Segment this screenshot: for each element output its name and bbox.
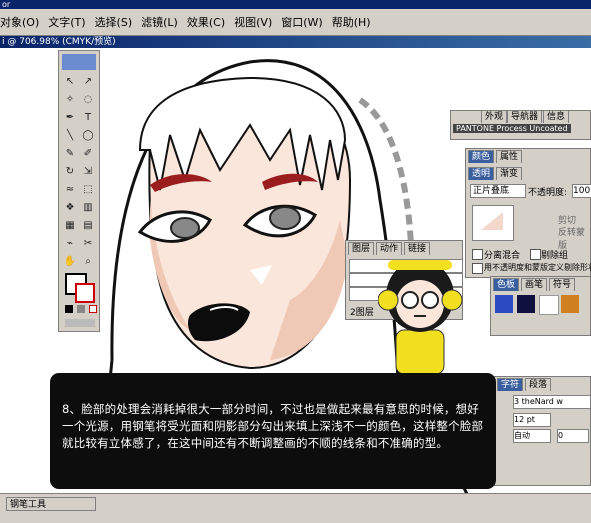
tab-attributes[interactable]: 属性 [496, 150, 523, 163]
opacity-mask-checkbox[interactable] [472, 263, 483, 274]
tab-gradient[interactable]: 渐变 [496, 167, 523, 180]
selection-tool-icon[interactable]: ↖ [63, 75, 77, 89]
swatch-white[interactable] [539, 295, 559, 315]
toolbox-logo [62, 54, 96, 70]
symbol-sprayer-icon[interactable]: ❖ [63, 201, 77, 215]
tab-transparency[interactable]: 透明 [468, 167, 495, 180]
tab-symbols[interactable]: 符号 [549, 278, 576, 291]
font-size-input[interactable]: 12 pt [513, 413, 551, 427]
transparency-thumbnail [472, 205, 514, 241]
tab-swatches[interactable]: 色板 [493, 278, 520, 291]
blend-mode-select[interactable]: 正片叠底 [470, 184, 526, 198]
isolate-label: 分离混合 [484, 251, 521, 261]
pen-tool-icon[interactable]: ✒ [63, 111, 77, 125]
knockout-checkbox[interactable] [530, 249, 541, 260]
tab-navigator[interactable]: 导航器 [507, 110, 543, 123]
opacity-label: 不透明度: [528, 188, 568, 198]
tab-layers[interactable]: 图层 [348, 242, 375, 255]
tab-info[interactable]: 信息 [543, 110, 570, 123]
menu-bar: 对象(O) 文字(T) 选择(S) 滤镜(L) 效果(C) 视图(V) 窗口(W… [0, 9, 591, 36]
mascot-headphone-left [378, 289, 399, 311]
pencil-icon[interactable]: ✐ [81, 147, 95, 161]
document-title-bar[interactable]: i @ 706.98% (CMYK/预览) [0, 36, 591, 48]
swatch-blue[interactable] [495, 295, 513, 313]
none-mode-icon[interactable] [89, 305, 97, 313]
color-mode-icon[interactable] [65, 305, 73, 313]
mascot-glasses-right [421, 291, 439, 309]
leading-input[interactable]: 自动 [513, 429, 551, 443]
right-iris [269, 206, 301, 230]
gradient-tool-icon[interactable]: ▤ [81, 219, 95, 233]
mascot-headphone-band [388, 260, 452, 270]
tab-character[interactable]: 字符 [497, 378, 524, 391]
rotate-tool-icon[interactable]: ↻ [63, 165, 77, 179]
menu-type[interactable]: 文字(T) [48, 14, 85, 30]
swatch-library-panel: 外观 导航器 信息 PANTONE Process Uncoated [450, 110, 591, 140]
line-tool-icon[interactable]: ╲ [63, 129, 77, 143]
layer-count: 2图层 [350, 308, 374, 318]
lasso-icon[interactable]: ◌ [81, 93, 95, 107]
ellipse-tool-icon[interactable]: ◯ [81, 129, 95, 143]
swatch-navy[interactable] [517, 295, 535, 313]
scale-tool-icon[interactable]: ⇲ [81, 165, 95, 179]
app-title: or [2, 0, 11, 9]
mascot-body [395, 329, 445, 375]
paintbrush-icon[interactable]: ✎ [63, 147, 77, 161]
left-iris [170, 217, 200, 239]
swatch-orange[interactable] [561, 295, 579, 313]
graph-tool-icon[interactable]: ▥ [81, 201, 95, 215]
tab-links[interactable]: 链接 [404, 242, 431, 255]
direct-select-tool-icon[interactable]: ↗ [81, 75, 95, 89]
caption-text: 8、脸部的处理会消耗掉很大一部分时间，不过也是做起来最有意思的时候，想好一个光源… [62, 402, 484, 450]
free-transform-icon[interactable]: ⬚ [81, 183, 95, 197]
character-panel: 字符 段落 3 theNard w 12 pt 自动 0 [494, 376, 591, 486]
menu-view[interactable]: 视图(V) [234, 14, 272, 30]
tab-brushes[interactable]: 画笔 [521, 278, 548, 291]
mesh-tool-icon[interactable]: ▦ [63, 219, 77, 233]
warp-tool-icon[interactable]: ≈ [63, 183, 77, 197]
menu-select[interactable]: 选择(S) [95, 14, 133, 30]
swatch-library-name: PANTONE Process Uncoated [453, 124, 571, 133]
isolate-checkbox[interactable] [472, 249, 483, 260]
gradient-mode-icon[interactable] [77, 305, 85, 313]
opacity-input[interactable]: 100 [572, 184, 591, 198]
mascot-headphone-right [441, 289, 463, 311]
hand-tool-icon[interactable]: ✋ [63, 255, 77, 269]
tab-actions[interactable]: 动作 [376, 242, 403, 255]
eyedropper-icon[interactable]: ⌁ [63, 237, 77, 251]
toolbox: ↖ ↗ ✧ ◌ ✒ T ╲ ◯ ✎ ✐ ↻ ⇲ ≈ ⬚ ❖ ▥ ▦ ▤ ⌁ ✂ … [58, 50, 100, 332]
status-tool-name[interactable]: 钢笔工具 [6, 497, 96, 511]
menu-object[interactable]: 对象(O) [0, 14, 39, 30]
tab-paragraph[interactable]: 段落 [525, 378, 552, 391]
menu-window[interactable]: 窗口(W) [281, 14, 322, 30]
magic-wand-icon[interactable]: ✧ [63, 93, 77, 107]
tab-color[interactable]: 颜色 [468, 150, 495, 163]
stroke-swatch[interactable] [75, 283, 95, 303]
screen-mode-icon[interactable] [65, 319, 95, 327]
tab-appearance[interactable]: 外观 [481, 110, 508, 123]
menu-help[interactable]: 帮助(H) [332, 14, 371, 30]
type-tool-icon[interactable]: T [81, 111, 95, 125]
document-title: i @ 706.98% (CMYK/预览) [2, 37, 116, 47]
app-title-bar: or [0, 0, 591, 9]
menu-effect[interactable]: 效果(C) [187, 14, 225, 30]
transparency-panel: 颜色 属性 透明 渐变 正片叠底 不透明度: 100 剪切 反转蒙版 分离混合 … [465, 148, 591, 278]
menu-filter[interactable]: 滤镜(L) [141, 14, 178, 30]
scissors-icon[interactable]: ✂ [81, 237, 95, 251]
mascot-glasses-left [401, 291, 419, 309]
swatches-panel: 色板 画笔 符号 [490, 276, 591, 336]
tracking-input[interactable]: 0 [557, 429, 589, 443]
zoom-tool-icon[interactable]: ⌕ [81, 255, 95, 269]
opacity-mask-label: 用不透明度和蒙版定义剔除形状 [484, 263, 591, 272]
mascot-illustration [378, 260, 463, 375]
font-select[interactable]: 3 theNard w [513, 395, 591, 409]
knockout-label: 剔除组 [541, 251, 569, 261]
